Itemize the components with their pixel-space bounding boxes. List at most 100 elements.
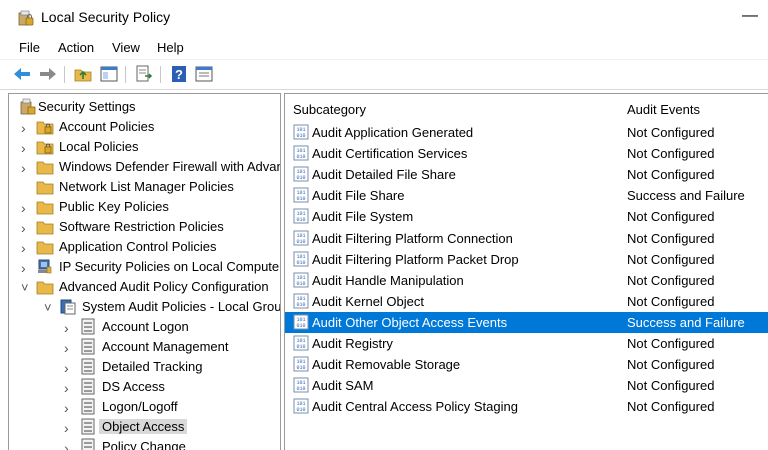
audit-setting-icon: 101 010 <box>293 314 309 330</box>
help-icon[interactable]: ? <box>169 64 189 84</box>
chevron-down-icon[interactable]: ˅ <box>21 280 31 295</box>
svg-text:010: 010 <box>296 302 305 308</box>
menu-bar: File Action View Help <box>0 36 768 58</box>
tree-item-label: Software Restriction Policies <box>59 219 224 234</box>
audit-events-value: Not Configured <box>627 125 715 140</box>
audit-events-value: Not Configured <box>627 399 715 415</box>
subcategory-name: Audit File Share <box>312 188 405 204</box>
audit-events-value: Not Configured <box>627 209 715 225</box>
svg-text:010: 010 <box>296 239 305 245</box>
chevron-right-icon[interactable]: › <box>64 340 74 356</box>
audit-setting-icon: 101 010 <box>293 230 309 246</box>
folder-lock-icon <box>36 138 54 155</box>
chevron-down-icon[interactable]: ˅ <box>44 300 54 315</box>
tree-item-label: Logon/Logoff <box>102 399 178 414</box>
svg-text:010: 010 <box>296 386 305 392</box>
toolbar-separator <box>64 66 65 83</box>
svg-text:010: 010 <box>296 196 305 202</box>
svg-text:010: 010 <box>296 407 305 413</box>
minimize-button[interactable]: — <box>738 2 762 30</box>
audit-setting-icon: 101 010 <box>293 208 309 224</box>
subcategory-name: Audit Certification Services <box>312 146 468 162</box>
up-folder-icon[interactable] <box>73 64 93 84</box>
svg-text:010: 010 <box>296 323 305 329</box>
svg-text:010: 010 <box>296 260 305 266</box>
tree-item-label: Account Management <box>102 339 229 354</box>
list-item[interactable]: 101 010 Audit Application Generated Not Con… <box>285 122 768 143</box>
tree-item-label: Object Access <box>99 419 188 434</box>
chevron-right-icon[interactable]: › <box>21 120 31 136</box>
audit-setting-icon: 101 010 <box>293 335 309 351</box>
chevron-right-icon[interactable]: › <box>64 420 74 436</box>
policy-doc-icon <box>79 318 97 335</box>
list-item[interactable]: 101 010 Audit SAM Not Configured <box>285 375 768 396</box>
export-list-icon[interactable] <box>134 64 154 84</box>
tree-item-label: Policy Change <box>102 439 186 450</box>
folder-icon <box>36 238 54 255</box>
window-title: Local Security Policy <box>41 9 171 25</box>
chevron-right-icon[interactable]: › <box>21 200 31 216</box>
list-item[interactable]: 101 010 Audit File Share Success and Failur… <box>285 185 768 206</box>
list-item[interactable]: 101 010 Audit Filtering Platform Packet Dr… <box>285 249 768 270</box>
forward-icon[interactable] <box>38 64 58 84</box>
column-header-audit-events[interactable]: Audit Events <box>627 102 700 117</box>
chevron-right-icon[interactable]: › <box>64 360 74 376</box>
toolbar-separator <box>125 66 126 83</box>
tree-pane[interactable]: Security Settings › Account Policies › Local… <box>8 93 281 450</box>
folder-icon <box>36 218 54 235</box>
details-pane[interactable]: Subcategory Audit Events 101 010 Audit App… <box>284 93 768 450</box>
chevron-right-icon[interactable]: › <box>64 380 74 396</box>
tree-item-label: Account Policies <box>59 119 155 134</box>
chevron-right-icon[interactable]: › <box>21 240 31 256</box>
subcategory-name: Audit Central Access Policy Staging <box>312 399 518 415</box>
properties-icon[interactable] <box>194 64 214 84</box>
list-item[interactable]: 101 010 Audit Handle Manipulation Not Confi… <box>285 270 768 291</box>
audit-events-value: Not Configured <box>627 336 715 351</box>
tree-item-label: Account Logon <box>102 319 189 334</box>
security-settings-icon <box>19 98 37 115</box>
list-item[interactable]: 101 010 Audit Removable Storage Not Configu… <box>285 354 768 375</box>
menu-help[interactable]: Help <box>157 40 184 55</box>
audit-setting-icon: 101 010 <box>293 398 309 414</box>
chevron-right-icon[interactable]: › <box>21 220 31 236</box>
audit-setting-icon: 101 010 <box>293 145 309 161</box>
list-item[interactable]: 101 010 Audit Kernel Object Not Configured <box>285 291 768 312</box>
toolbar-separator <box>160 66 161 83</box>
tree-item-label: Public Key Policies <box>59 199 169 214</box>
ip-security-icon <box>36 258 54 275</box>
tree-item-label: Advanced Audit Policy Configuration <box>59 279 269 294</box>
list-item[interactable]: 101 010 Audit Registry Not Configured <box>285 333 768 354</box>
subcategory-name: Audit Filtering Platform Connection <box>312 230 513 246</box>
folder-lock-icon <box>36 118 54 135</box>
audit-events-value: Success and Failure <box>627 188 745 204</box>
list-item[interactable]: 101 010 Audit File System Not Configured <box>285 206 768 227</box>
folder-icon <box>36 278 54 295</box>
back-icon[interactable] <box>12 64 32 84</box>
chevron-right-icon[interactable]: › <box>64 400 74 416</box>
folder-icon <box>36 198 54 215</box>
chevron-right-icon[interactable]: › <box>21 160 31 176</box>
chevron-right-icon[interactable]: › <box>21 140 31 156</box>
tree-item-label: System Audit Policies - Local Group Poli… <box>82 299 281 314</box>
list-item[interactable]: 101 010 Audit Central Access Policy Stagin… <box>285 396 768 417</box>
svg-text:010: 010 <box>296 281 305 287</box>
menu-action[interactable]: Action <box>58 40 94 55</box>
menu-file[interactable]: File <box>19 40 40 55</box>
list-item[interactable]: 101 010 Audit Certification Services Not Co… <box>285 143 768 164</box>
chevron-right-icon[interactable]: › <box>21 260 31 276</box>
subcategory-name: Audit Handle Manipulation <box>312 272 464 288</box>
list-item[interactable]: 101 010 Audit Detailed File Share Not Confi… <box>285 164 768 185</box>
audit-setting-icon: 101 010 <box>293 356 309 372</box>
column-header-subcategory[interactable]: Subcategory <box>293 102 366 117</box>
svg-text:010: 010 <box>296 344 305 350</box>
folder-icon <box>36 178 54 195</box>
menu-view[interactable]: View <box>112 40 140 55</box>
audit-events-value: Not Configured <box>627 293 715 309</box>
svg-text:010: 010 <box>296 175 305 181</box>
list-item[interactable]: 101 010 Audit Other Object Access Events Su… <box>285 311 768 333</box>
subcategory-name: Audit Other Object Access Events <box>312 314 508 330</box>
list-item[interactable]: 101 010 Audit Filtering Platform Connectio… <box>285 228 768 249</box>
show-hide-tree-icon[interactable] <box>99 64 119 84</box>
chevron-right-icon[interactable]: › <box>64 320 74 336</box>
audit-events-value: Success and Failure <box>627 314 745 330</box>
